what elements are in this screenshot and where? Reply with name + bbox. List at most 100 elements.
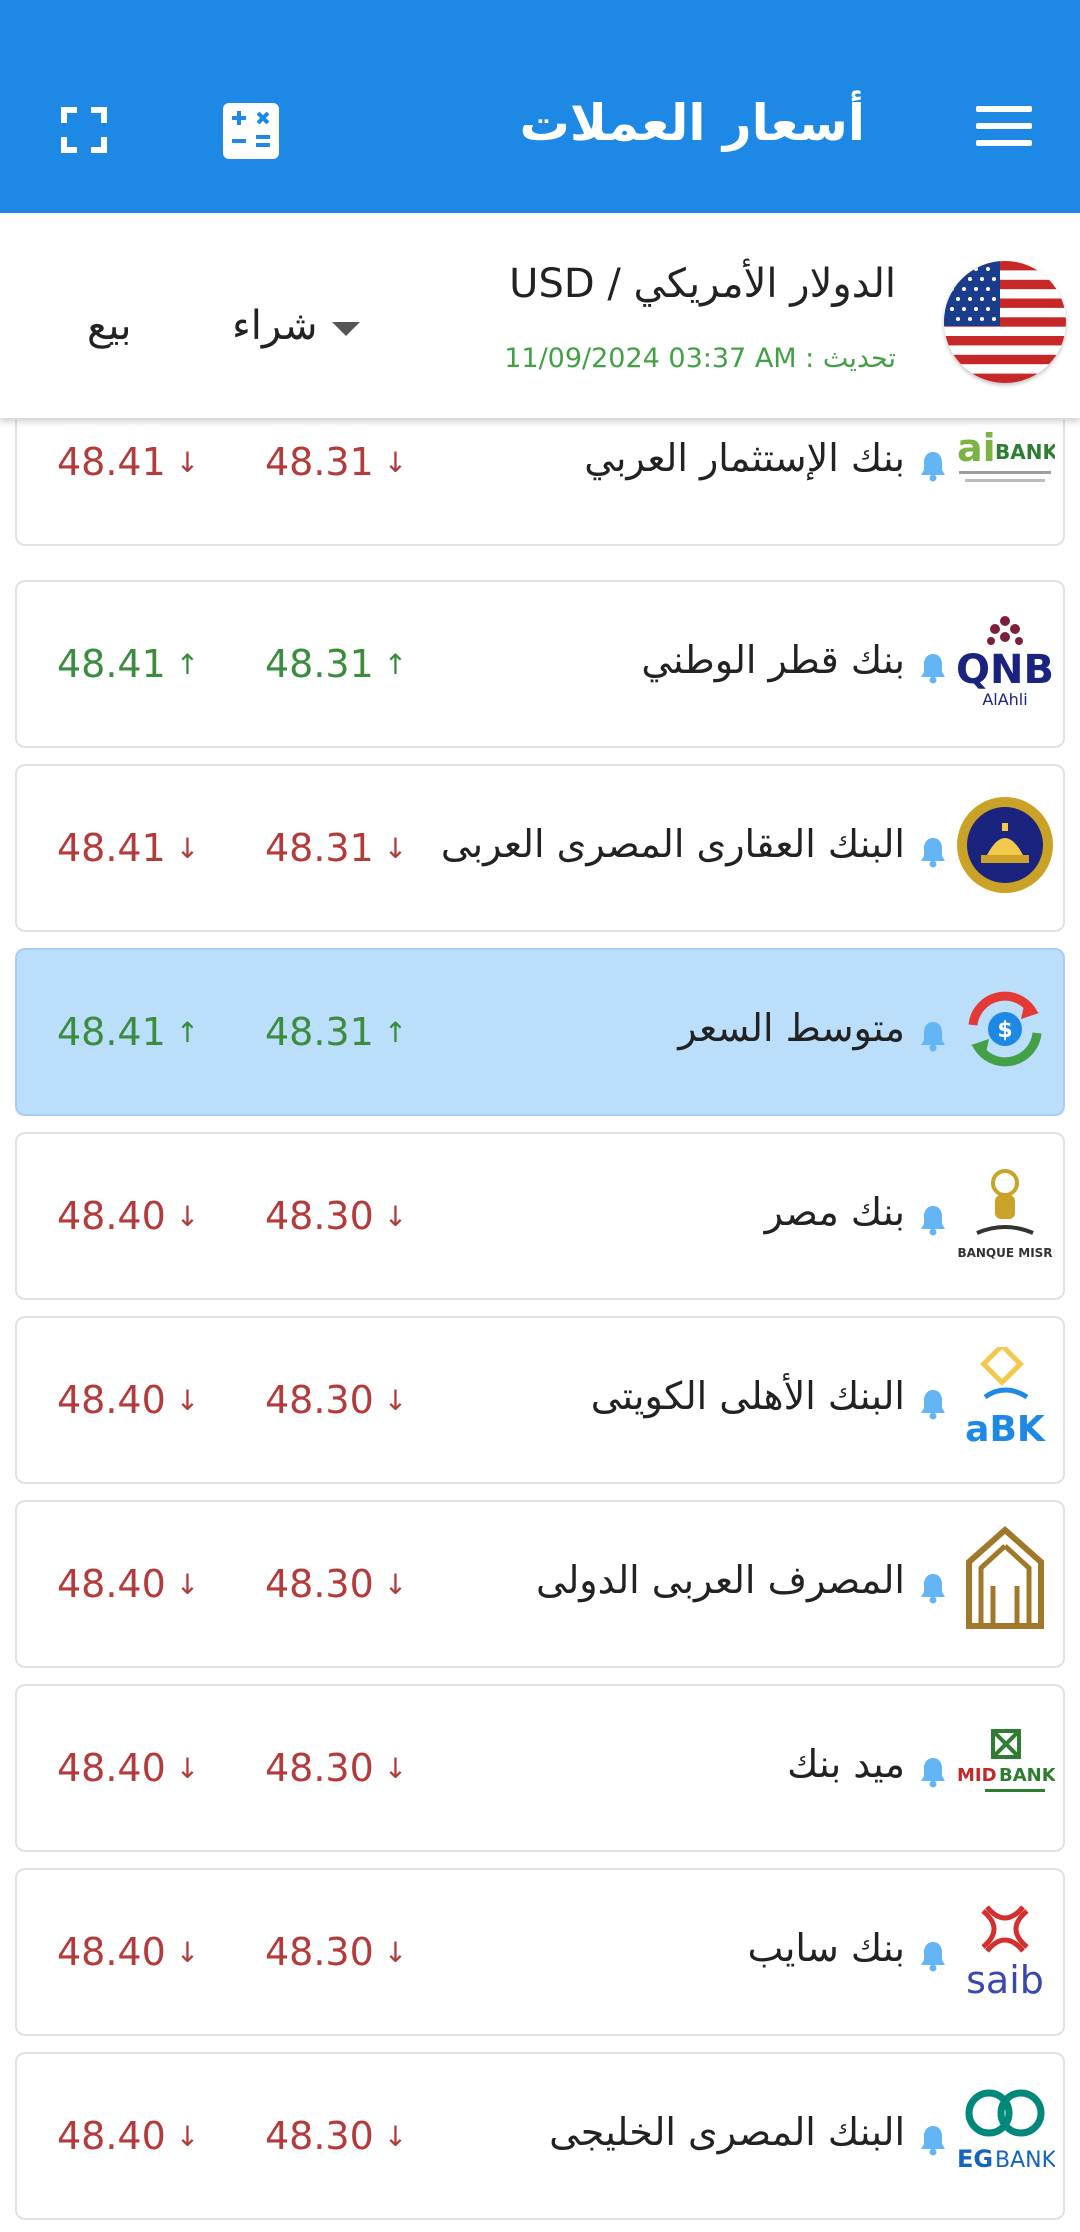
currency-header: الدولار الأمريكي / USD تحديث : 11/09/202…	[0, 213, 1080, 418]
sell-price: 48.40 ↓	[57, 1746, 200, 1790]
app-bar: أسعار العملات	[0, 0, 1080, 213]
bank-name: بنك سايب	[747, 1926, 905, 1970]
bank-list[interactable]: ai BANK بنك الإستثمار العربي 48.31 ↓ 48.4…	[0, 420, 1080, 2232]
buy-price: 48.30 ↓	[265, 1930, 408, 1974]
svg-text:EG: EG	[957, 2145, 993, 2173]
arrow-up-icon: ↑	[175, 648, 200, 681]
arrow-down-icon: ↓	[383, 832, 408, 865]
arrow-up-icon: ↑	[383, 648, 408, 681]
svg-text:AlAhli: AlAhli	[982, 690, 1027, 709]
bank-name: البنك الأهلى الكويتى	[590, 1374, 905, 1418]
arrow-down-icon: ↓	[383, 2120, 408, 2153]
bell-icon[interactable]	[919, 1388, 947, 1420]
menu-icon[interactable]	[976, 106, 1032, 146]
svg-text:BANK: BANK	[995, 2148, 1055, 2173]
bell-icon[interactable]	[919, 1940, 947, 1972]
arrow-down-icon: ↓	[175, 832, 200, 865]
bell-icon[interactable]	[919, 450, 947, 482]
svg-text:BANK: BANK	[999, 1765, 1055, 1786]
arrow-down-icon: ↓	[383, 1384, 408, 1417]
bell-icon[interactable]	[919, 2124, 947, 2156]
buy-price: 48.30 ↓	[265, 1378, 408, 1422]
buy-price: 48.30 ↓	[265, 1562, 408, 1606]
bank-name: البنك العقارى المصرى العربى	[440, 822, 905, 866]
sell-price: 48.40 ↓	[57, 1194, 200, 1238]
bank-row[interactable]: QNB AlAhli بنك قطر الوطني 48.31 ↑ 48.41 ↑	[15, 580, 1065, 748]
banque-misr-logo: BANQUE MISR	[955, 1158, 1055, 1268]
sell-price: 48.40 ↓	[57, 1562, 200, 1606]
svg-text:MID: MID	[957, 1765, 997, 1786]
bank-row[interactable]: saib بنك سايب 48.30 ↓ 48.40 ↓	[15, 1868, 1065, 2036]
aibank-logo: ai BANK	[955, 420, 1055, 514]
arrow-down-icon: ↓	[175, 1936, 200, 1969]
qnb-logo: QNB AlAhli	[955, 606, 1055, 716]
bank-name: متوسط السعر	[678, 1006, 905, 1050]
buy-price: 48.31 ↑	[265, 642, 408, 686]
calculator-icon[interactable]	[223, 103, 279, 159]
arrow-down-icon: ↓	[175, 446, 200, 479]
arrow-down-icon: ↓	[383, 1200, 408, 1233]
bank-name: ميد بنك	[787, 1742, 905, 1786]
bank-row[interactable]: ai BANK بنك الإستثمار العربي 48.31 ↓ 48.4…	[15, 420, 1065, 546]
arrow-down-icon: ↓	[383, 1936, 408, 1969]
chevron-down-icon[interactable]	[332, 322, 360, 336]
bank-name: المصرف العربى الدولى	[536, 1558, 905, 1602]
page-title: أسعار العملات	[519, 94, 865, 152]
sell-price: 48.40 ↓	[57, 1930, 200, 1974]
arrow-down-icon: ↓	[175, 1568, 200, 1601]
bell-icon[interactable]	[919, 1020, 947, 1052]
buy-price: 48.31 ↓	[265, 440, 408, 484]
sell-column-header: بيع	[87, 303, 132, 349]
svg-text:$: $	[997, 1018, 1012, 1043]
bank-row[interactable]: المصرف العربى الدولى 48.30 ↓ 48.40 ↓	[15, 1500, 1065, 1668]
buy-price: 48.30 ↓	[265, 1746, 408, 1790]
update-timestamp: تحديث : 11/09/2024 03:37 AM	[504, 343, 896, 374]
buy-price: 48.30 ↓	[265, 2114, 408, 2158]
arrow-down-icon: ↓	[383, 1568, 408, 1601]
egbank-logo: EG BANK	[955, 2078, 1055, 2188]
svg-text:QNB: QNB	[956, 647, 1054, 693]
bank-row[interactable]: EG BANK البنك المصرى الخليجى 48.30 ↓ 48.4…	[15, 2052, 1065, 2220]
svg-text:BANQUE MISR: BANQUE MISR	[957, 1246, 1052, 1260]
buy-price: 48.31 ↑	[265, 1010, 408, 1054]
bank-name: بنك قطر الوطني	[641, 638, 905, 682]
sell-price: 48.40 ↓	[57, 1378, 200, 1422]
bell-icon[interactable]	[919, 1756, 947, 1788]
aaib-logo	[955, 1526, 1055, 1636]
sell-price: 48.41 ↑	[57, 642, 200, 686]
svg-text:BANK: BANK	[995, 440, 1055, 464]
sell-price: 48.41 ↓	[57, 440, 200, 484]
fullscreen-icon[interactable]	[61, 107, 107, 153]
buy-column-header[interactable]: شراء	[232, 303, 318, 349]
bank-row[interactable]: MID BANK ميد بنك 48.30 ↓ 48.40 ↓	[15, 1684, 1065, 1852]
sell-price: 48.41 ↑	[57, 1010, 200, 1054]
currency-name[interactable]: الدولار الأمريكي / USD	[509, 261, 896, 307]
bank-row[interactable]: البنك العقارى المصرى العربى 48.31 ↓ 48.41…	[15, 764, 1065, 932]
arrow-down-icon: ↓	[175, 1752, 200, 1785]
svg-text:ai: ai	[957, 426, 996, 470]
egyptian-arab-land-bank-logo	[955, 790, 1055, 900]
us-flag-icon[interactable]	[944, 261, 1066, 383]
sell-price: 48.41 ↓	[57, 826, 200, 870]
abk-logo: aBK	[955, 1342, 1055, 1452]
arrow-down-icon: ↓	[175, 1200, 200, 1233]
buy-price: 48.30 ↓	[265, 1194, 408, 1238]
bank-row[interactable]: BANQUE MISR بنك مصر 48.30 ↓ 48.40 ↓	[15, 1132, 1065, 1300]
bank-name: البنك المصرى الخليجى	[549, 2110, 905, 2154]
bank-name: بنك الإستثمار العربي	[584, 436, 905, 480]
svg-text:saib: saib	[966, 1958, 1044, 1999]
arrow-up-icon: ↑	[383, 1016, 408, 1049]
update-label: تحديث :	[805, 343, 896, 374]
update-time: 11/09/2024 03:37 AM	[504, 343, 797, 374]
bell-icon[interactable]	[919, 836, 947, 868]
svg-text:aBK: aBK	[965, 1409, 1046, 1447]
sell-price: 48.40 ↓	[57, 2114, 200, 2158]
average-price-row[interactable]: $ متوسط السعر 48.31 ↑ 48.41 ↑	[15, 948, 1065, 1116]
bell-icon[interactable]	[919, 1204, 947, 1236]
bell-icon[interactable]	[919, 1572, 947, 1604]
saib-logo: saib	[955, 1894, 1055, 2004]
arrow-down-icon: ↓	[175, 2120, 200, 2153]
bell-icon[interactable]	[919, 652, 947, 684]
bank-row[interactable]: aBK البنك الأهلى الكويتى 48.30 ↓ 48.40 ↓	[15, 1316, 1065, 1484]
average-price-icon: $	[955, 974, 1055, 1084]
